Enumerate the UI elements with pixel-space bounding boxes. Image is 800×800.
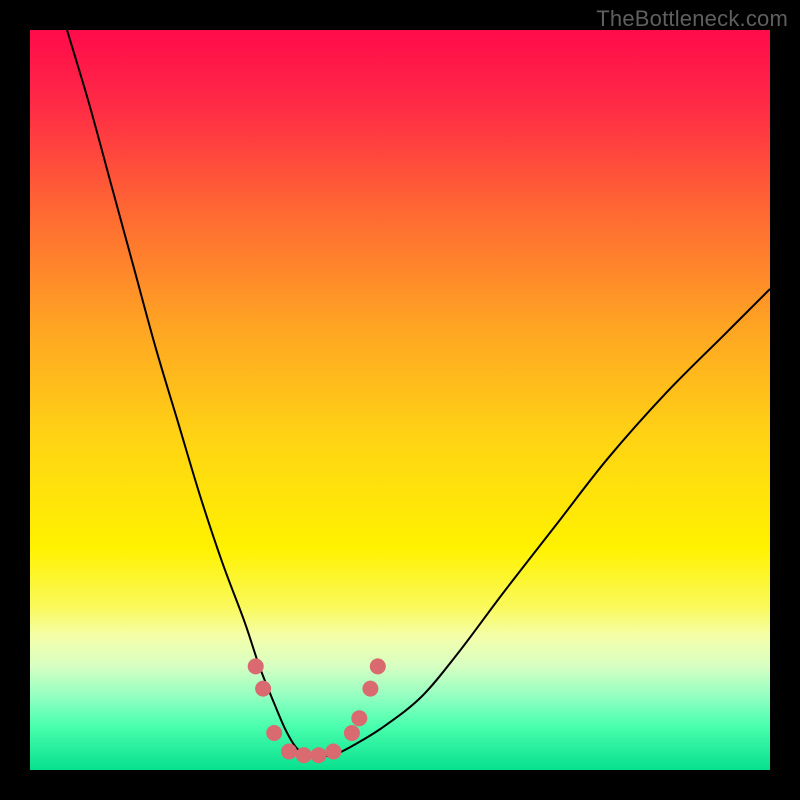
black-frame: TheBottleneck.com bbox=[0, 0, 800, 800]
curve-marker bbox=[296, 747, 312, 763]
curve-marker bbox=[266, 725, 282, 741]
curve-marker bbox=[311, 747, 327, 763]
plot-area bbox=[30, 30, 770, 770]
bottleneck-curve bbox=[30, 30, 770, 770]
curve-marker bbox=[344, 725, 360, 741]
curve-marker bbox=[325, 744, 341, 760]
curve-marker bbox=[281, 744, 297, 760]
watermark-text: TheBottleneck.com bbox=[596, 6, 788, 32]
curve-marker bbox=[248, 658, 264, 674]
curve-path bbox=[67, 30, 770, 756]
curve-marker bbox=[370, 658, 386, 674]
curve-marker bbox=[255, 681, 271, 697]
curve-marker bbox=[351, 710, 367, 726]
curve-marker bbox=[362, 681, 378, 697]
